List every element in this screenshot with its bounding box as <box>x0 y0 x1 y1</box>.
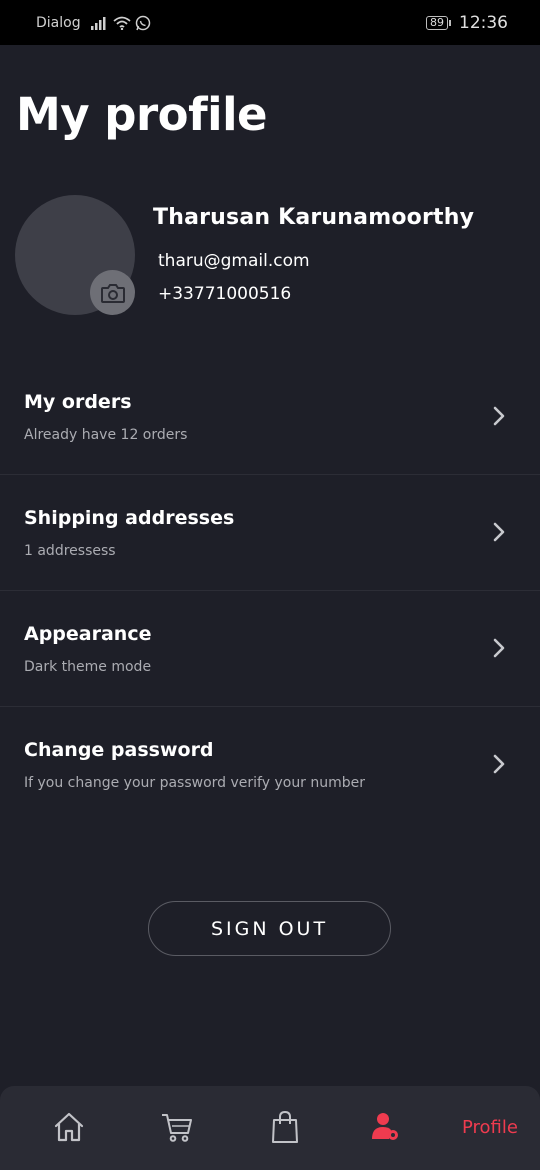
menu-item-appearance[interactable]: Appearance Dark theme mode <box>0 591 540 707</box>
chevron-right-icon <box>493 638 505 658</box>
profile-menu: My orders Already have 12 orders Shippin… <box>0 359 540 823</box>
clock: 12:36 <box>459 12 508 33</box>
menu-item-subtitle: Dark theme mode <box>24 659 152 675</box>
menu-item-shipping-addresses[interactable]: Shipping addresses 1 addressess <box>0 475 540 591</box>
nav-profile[interactable]: Profile <box>372 1112 518 1142</box>
nav-profile-label: Profile <box>462 1116 518 1138</box>
signal-icon <box>90 16 106 30</box>
nav-bag[interactable] <box>270 1110 300 1144</box>
cart-icon <box>162 1114 192 1142</box>
sign-out-button[interactable]: SIGN OUT <box>148 901 391 956</box>
profile-phone: +33771000516 <box>158 284 292 304</box>
chevron-right-icon <box>493 522 505 542</box>
page-title: My profile <box>16 88 268 141</box>
wifi-icon <box>113 16 131 30</box>
user-settings-icon <box>372 1113 398 1140</box>
menu-item-title: My orders <box>24 391 132 413</box>
bag-icon <box>272 1110 298 1143</box>
profile-name: Tharusan Karunamoorthy <box>153 205 475 230</box>
carrier-label: Dialog <box>36 14 81 31</box>
whatsapp-icon <box>135 15 150 30</box>
change-photo-button[interactable] <box>90 270 135 315</box>
bottom-nav: Profile <box>0 1086 540 1170</box>
menu-item-change-password[interactable]: Change password If you change your passw… <box>0 707 540 823</box>
menu-item-my-orders[interactable]: My orders Already have 12 orders <box>0 359 540 475</box>
nav-home[interactable] <box>52 1110 86 1144</box>
menu-item-title: Shipping addresses <box>24 507 235 529</box>
menu-item-title: Appearance <box>24 623 152 645</box>
battery-indicator: 89 <box>426 15 451 30</box>
profile-email: tharu@gmail.com <box>158 251 310 271</box>
chevron-right-icon <box>493 754 505 774</box>
status-bar: Dialog 89 12:36 <box>0 0 540 45</box>
menu-item-subtitle: 1 addressess <box>24 543 116 559</box>
home-icon <box>54 1112 84 1142</box>
menu-item-subtitle: If you change your password verify your … <box>24 775 366 791</box>
nav-cart[interactable] <box>160 1110 194 1144</box>
menu-item-subtitle: Already have 12 orders <box>24 427 188 443</box>
menu-item-title: Change password <box>24 739 214 761</box>
chevron-right-icon <box>493 406 505 426</box>
battery-level: 89 <box>426 15 448 30</box>
camera-icon <box>100 283 125 303</box>
